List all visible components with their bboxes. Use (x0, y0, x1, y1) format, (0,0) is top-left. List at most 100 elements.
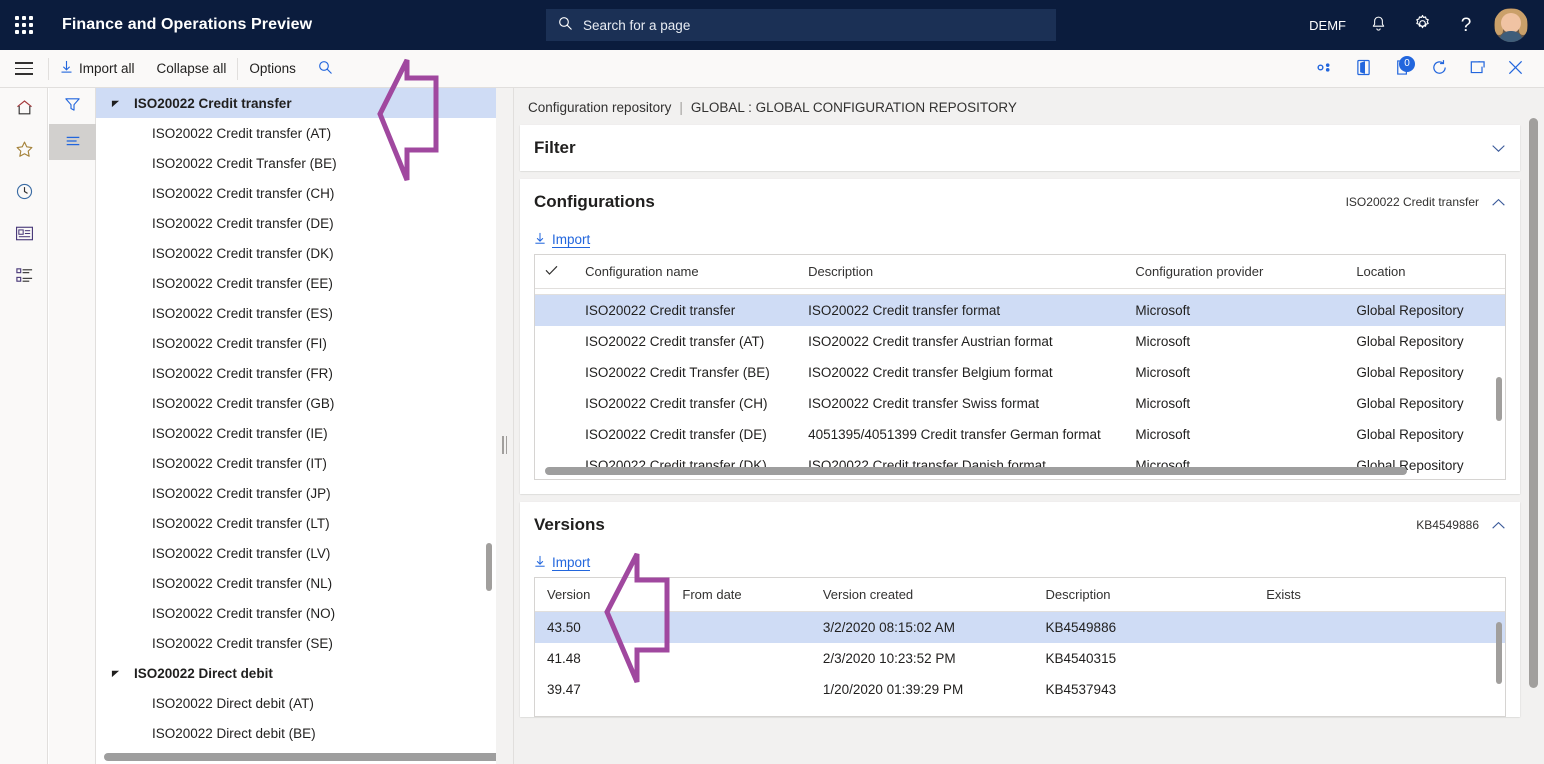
tree-vertical-scrollbar[interactable] (486, 543, 492, 591)
filter-card-header[interactable]: Filter (520, 125, 1520, 171)
configurations-import-button[interactable]: Import (534, 232, 590, 248)
help-button[interactable]: ? (1444, 0, 1488, 50)
column-header-configuration-name[interactable]: Configuration name (573, 255, 796, 289)
tree-node[interactable]: ISO20022 Direct debit (BE) (96, 718, 496, 748)
tree-node[interactable]: ISO20022 Credit transfer (DK) (96, 238, 496, 268)
versions-import-button[interactable]: Import (534, 555, 590, 571)
notifications-button[interactable] (1356, 0, 1400, 50)
tree-view-button[interactable] (49, 124, 96, 160)
filter-button[interactable] (49, 88, 96, 124)
versions-grid-vertical-scrollbar[interactable] (1496, 622, 1502, 684)
refresh-button[interactable] (1420, 50, 1458, 88)
table-cell-provider: Microsoft (1123, 357, 1344, 388)
notes-button[interactable]: 0 (1382, 50, 1420, 88)
tree-node[interactable]: ISO20022 Credit transfer (SE) (96, 628, 496, 658)
row-checkbox[interactable] (535, 419, 573, 450)
tree-node[interactable]: ISO20022 Credit transfer (FI) (96, 328, 496, 358)
company-selector[interactable]: DEMF (1299, 0, 1356, 50)
collapse-all-button[interactable]: Collapse all (146, 50, 238, 88)
chevron-up-icon[interactable] (1491, 518, 1506, 533)
app-title: Finance and Operations Preview (62, 16, 312, 34)
tree-node[interactable]: ISO20022 Credit transfer (96, 88, 496, 118)
caret-expanded-icon[interactable] (106, 669, 124, 678)
versions-toolbar: Import (520, 548, 1520, 577)
app-launcher-button[interactable] (0, 0, 48, 50)
table-row[interactable]: ISO20022 Credit transfer (DE)4051395/405… (535, 419, 1505, 450)
tree-node[interactable]: ISO20022 Direct debit (AT) (96, 688, 496, 718)
row-checkbox[interactable] (535, 295, 573, 327)
breadcrumb-root[interactable]: Configuration repository (528, 100, 671, 115)
select-all-checkbox[interactable] (535, 255, 573, 289)
column-header-exists[interactable]: Exists (1254, 578, 1505, 612)
configurations-grid-horizontal-scrollbar[interactable] (545, 467, 1407, 475)
chevron-up-icon[interactable] (1491, 195, 1506, 210)
column-header-version-created[interactable]: Version created (811, 578, 1034, 612)
navigation-menu-button[interactable] (0, 50, 48, 88)
column-header-description[interactable]: Description (1034, 578, 1255, 612)
versions-card-header[interactable]: Versions KB4549886 (520, 502, 1520, 548)
configuration-tree[interactable]: ISO20022 Credit transferISO20022 Credit … (96, 88, 496, 752)
sidebar-item-home[interactable] (0, 88, 48, 130)
tree-node[interactable]: ISO20022 Credit transfer (GB) (96, 388, 496, 418)
search-input[interactable] (583, 18, 1044, 33)
table-row[interactable]: ISO20022 Credit transfer (DK)ISO20022 Cr… (535, 450, 1505, 481)
configurations-grid-vertical-scrollbar[interactable] (1496, 377, 1502, 421)
tree-node[interactable]: ISO20022 Credit Transfer (BE) (96, 148, 496, 178)
column-header-version[interactable]: Version (535, 578, 670, 612)
open-in-new-window-button[interactable] (1458, 50, 1496, 88)
tree-node[interactable]: ISO20022 Credit transfer (DE) (96, 208, 496, 238)
avatar[interactable] (1494, 8, 1528, 42)
import-all-button[interactable]: Import all (49, 50, 146, 88)
settings-button[interactable] (1400, 0, 1444, 50)
tree-horizontal-scrollbar[interactable] (104, 753, 496, 761)
tree-node[interactable]: ISO20022 Credit transfer (AT) (96, 118, 496, 148)
configurations-card-header[interactable]: Configurations ISO20022 Credit transfer (520, 179, 1520, 225)
table-row[interactable]: ISO20022 Credit Transfer (BE)ISO20022 Cr… (535, 357, 1505, 388)
tree-node[interactable]: ISO20022 Credit transfer (JP) (96, 478, 496, 508)
row-checkbox[interactable] (535, 357, 573, 388)
tree-node[interactable]: ISO20022 Credit transfer (NL) (96, 568, 496, 598)
column-header-description[interactable]: Description (796, 255, 1123, 289)
open-in-office-button[interactable] (1344, 50, 1382, 88)
row-checkbox[interactable] (535, 326, 573, 357)
column-header-from-date[interactable]: From date (670, 578, 810, 612)
table-row[interactable]: ISO20022 Credit transfer (CH)ISO20022 Cr… (535, 388, 1505, 419)
tree-node[interactable]: ISO20022 Credit transfer (FR) (96, 358, 496, 388)
main-vertical-scrollbar[interactable] (1529, 118, 1538, 688)
sidebar-item-modules[interactable] (0, 256, 48, 298)
pane-search-button[interactable] (307, 50, 345, 88)
tree-node[interactable]: ISO20022 Direct debit (96, 658, 496, 688)
sidebar-item-workspaces[interactable] (0, 214, 48, 256)
row-checkbox[interactable] (535, 388, 573, 419)
tree-node[interactable]: ISO20022 Credit transfer (LT) (96, 508, 496, 538)
table-row[interactable]: 39.471/20/2020 01:39:29 PMKB4537943 (535, 674, 1505, 705)
tree-node[interactable]: ISO20022 Credit transfer (CH) (96, 178, 496, 208)
tree-node[interactable]: ISO20022 Credit transfer (NO) (96, 598, 496, 628)
row-checkbox[interactable] (535, 450, 573, 481)
table-row[interactable]: 43.503/2/2020 08:15:02 AMKB4549886 (535, 612, 1505, 644)
tree-node[interactable]: ISO20022 Credit transfer (ES) (96, 298, 496, 328)
table-row[interactable]: ISO20022 Credit transfer (AT)ISO20022 Cr… (535, 326, 1505, 357)
close-button[interactable] (1496, 50, 1534, 88)
tree-node[interactable]: ISO20022 Credit transfer (EE) (96, 268, 496, 298)
global-search-box[interactable] (546, 9, 1056, 41)
options-button[interactable]: Options (238, 50, 307, 88)
configurations-toolbar: Import (520, 225, 1520, 254)
tree-node[interactable]: ISO20022 Credit transfer (IE) (96, 418, 496, 448)
table-cell-description: 4051395/4051399 Credit transfer German f… (796, 419, 1123, 450)
table-row[interactable]: ISO20022 Credit transferISO20022 Credit … (535, 295, 1505, 327)
table-cell-name: ISO20022 Credit transfer (DE) (573, 419, 796, 450)
table-row[interactable]: 41.482/3/2020 10:23:52 PMKB4540315 (535, 643, 1505, 674)
column-header-location[interactable]: Location (1344, 255, 1505, 289)
sidebar-item-recent[interactable] (0, 172, 48, 214)
chevron-down-icon[interactable] (1491, 141, 1506, 156)
table-cell-name: ISO20022 Credit Transfer (BE) (573, 357, 796, 388)
sidebar-item-favorites[interactable] (0, 130, 48, 172)
table-cell-exists (1254, 643, 1505, 674)
attachments-button[interactable] (1306, 50, 1344, 88)
tree-node[interactable]: ISO20022 Credit transfer (LV) (96, 538, 496, 568)
column-header-configuration-provider[interactable]: Configuration provider (1123, 255, 1344, 289)
tree-node[interactable]: ISO20022 Credit transfer (IT) (96, 448, 496, 478)
caret-expanded-icon[interactable] (106, 99, 124, 108)
panel-splitter[interactable] (496, 88, 514, 764)
